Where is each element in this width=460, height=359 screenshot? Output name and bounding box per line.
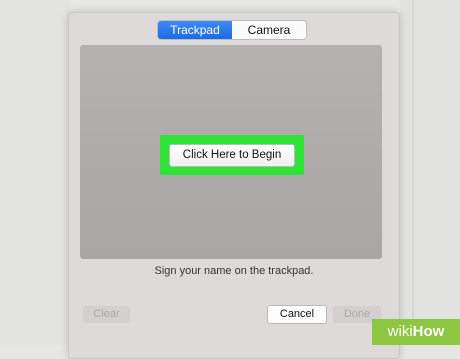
background-left bbox=[0, 0, 70, 345]
cancel-button[interactable]: Cancel bbox=[267, 305, 327, 324]
signature-dialog: Trackpad Camera Click Here to Begin Sign… bbox=[68, 12, 400, 359]
click-to-begin-button[interactable]: Click Here to Begin bbox=[169, 144, 295, 167]
signature-pad[interactable]: Click Here to Begin bbox=[80, 45, 382, 259]
watermark-wiki: wiki bbox=[387, 323, 413, 340]
tab-camera[interactable]: Camera bbox=[232, 21, 306, 39]
tab-trackpad[interactable]: Trackpad bbox=[158, 21, 232, 39]
watermark-how: How bbox=[412, 323, 445, 340]
background-right bbox=[400, 0, 460, 345]
input-source-segmented-control: Trackpad Camera bbox=[157, 20, 307, 40]
window-edge bbox=[412, 0, 414, 345]
wikihow-watermark: wikiHow bbox=[372, 319, 460, 345]
clear-button[interactable]: Clear bbox=[83, 306, 130, 323]
instruction-text: Sign your name on the trackpad. bbox=[154, 265, 314, 277]
